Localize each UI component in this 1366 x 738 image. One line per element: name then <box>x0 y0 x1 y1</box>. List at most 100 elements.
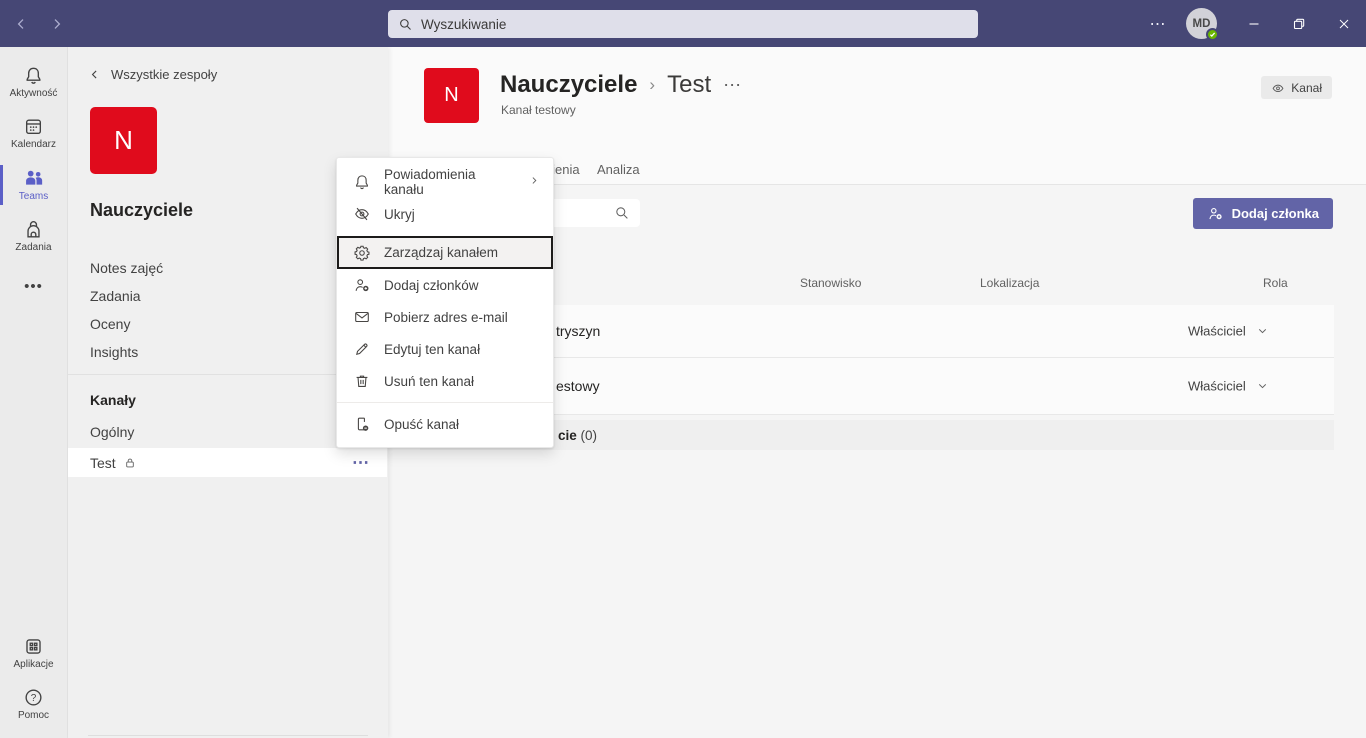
menu-item-label: Powiadomienia kanału <box>384 167 515 197</box>
member-name: tryszyn <box>556 323 600 339</box>
guests-label-fragment: cie <box>558 428 577 443</box>
restore-button[interactable] <box>1276 0 1321 47</box>
help-icon: ? <box>23 687 44 708</box>
window-controls: ⋯ MD <box>1138 0 1366 47</box>
rail-label: Aktywność <box>10 88 58 99</box>
menu-item-label: Ukryj <box>384 207 541 222</box>
table-row[interactable]: tryszyn Właściciel <box>420 305 1334 358</box>
column-header-location: Lokalizacja <box>980 276 1039 290</box>
rail-item-activity[interactable]: Aktywność <box>0 59 68 106</box>
bell-icon <box>353 173 371 191</box>
backpack-icon <box>23 219 44 240</box>
guests-section-header[interactable]: cie (0) <box>420 420 1334 450</box>
pencil-icon <box>353 340 371 358</box>
close-icon <box>1336 16 1352 32</box>
role-dropdown[interactable]: Właściciel <box>1188 324 1269 339</box>
menu-item-channel-notifications[interactable]: Powiadomienia kanału <box>337 166 553 198</box>
rail-item-help[interactable]: ? Pomoc <box>0 681 68 728</box>
team-name: Nauczyciele <box>90 200 193 221</box>
column-header-role: Rola <box>1263 276 1288 290</box>
menu-item-label: Dodaj członków <box>384 278 541 293</box>
rail-item-teams[interactable]: Teams <box>0 161 68 209</box>
more-options-button[interactable]: ⋯ <box>1138 14 1178 34</box>
bell-icon <box>23 65 44 86</box>
menu-divider <box>337 402 553 403</box>
top-bar: Wyszukiwanie ⋯ MD <box>0 0 1366 47</box>
search-placeholder: Wyszukiwanie <box>421 17 506 32</box>
role-value: Właściciel <box>1188 379 1246 394</box>
eye-off-icon <box>353 205 371 223</box>
rail-label: Pomoc <box>18 710 49 721</box>
guests-section-label: cie (0) <box>558 428 597 443</box>
teams-app-window: Wyszukiwanie ⋯ MD Aktywność <box>0 0 1366 738</box>
menu-item-label: Usuń ten kanał <box>384 374 541 389</box>
menu-item-manage-channel[interactable]: Zarządzaj kanałem <box>337 236 553 269</box>
submenu-chevron-icon <box>528 174 541 190</box>
channel-type-label: Kanał <box>1291 81 1322 95</box>
breadcrumb-team[interactable]: Nauczyciele <box>500 71 637 99</box>
calendar-icon <box>23 116 44 137</box>
chevron-left-icon <box>13 16 29 32</box>
minimize-icon <box>1245 15 1263 33</box>
table-row[interactable]: estowy Właściciel <box>420 358 1334 415</box>
guests-count: (0) <box>581 428 598 443</box>
apps-grid-icon <box>23 636 44 657</box>
chevron-left-icon <box>88 68 101 81</box>
chevron-down-icon <box>1256 325 1269 338</box>
forward-button[interactable] <box>46 13 68 35</box>
person-add-icon <box>1207 205 1224 222</box>
add-member-button[interactable]: Dodaj członka <box>1193 198 1333 229</box>
menu-item-hide[interactable]: Ukryj <box>337 198 553 230</box>
menu-item-label: Edytuj ten kanał <box>384 342 541 357</box>
rail-item-calendar[interactable]: Kalendarz <box>0 110 68 157</box>
mail-icon <box>353 308 371 326</box>
chevron-down-icon <box>1256 380 1269 393</box>
role-value: Właściciel <box>1188 324 1246 339</box>
divider <box>88 735 368 736</box>
tab-analytics[interactable]: Analiza <box>597 162 640 177</box>
rail-label: Teams <box>19 191 48 202</box>
trash-icon <box>353 372 371 390</box>
close-button[interactable] <box>1321 0 1366 47</box>
channel-team-avatar: N <box>424 68 479 123</box>
add-member-label: Dodaj członka <box>1232 206 1319 221</box>
role-dropdown[interactable]: Właściciel <box>1188 379 1269 394</box>
search-icon <box>614 205 630 221</box>
svg-text:?: ? <box>31 693 37 704</box>
app-rail: Aktywność Kalendarz Teams Zadania ••• Ap… <box>0 47 68 738</box>
channel-type-button[interactable]: Kanał <box>1261 76 1332 99</box>
history-nav <box>10 0 68 47</box>
rail-label: Aplikacje <box>13 659 53 670</box>
member-name: estowy <box>556 378 600 394</box>
back-button[interactable] <box>10 13 32 35</box>
teams-icon <box>23 167 45 189</box>
column-header-position: Stanowisko <box>800 276 861 290</box>
channel-item-test[interactable]: Test ⋯ <box>68 448 387 477</box>
rail-more-apps-button[interactable]: ••• <box>24 278 43 295</box>
menu-item-get-email-address[interactable]: Pobierz adres e-mail <box>337 301 553 333</box>
breadcrumb-channel[interactable]: Test <box>667 71 711 99</box>
menu-item-label: Zarządzaj kanałem <box>384 245 541 260</box>
back-label: Wszystkie zespoły <box>111 67 217 82</box>
chevron-right-icon <box>49 16 65 32</box>
menu-item-leave-channel[interactable]: Opuść kanał <box>337 408 553 440</box>
channel-context-menu: Powiadomienia kanału Ukryj Zarządzaj kan… <box>336 157 554 448</box>
rail-item-apps[interactable]: Aplikacje <box>0 630 68 677</box>
rail-item-assignments[interactable]: Zadania <box>0 213 68 260</box>
channel-more-options-button[interactable]: ⋯ <box>352 458 369 468</box>
menu-item-delete-channel[interactable]: Usuń ten kanał <box>337 365 553 397</box>
channel-description: Kanał testowy <box>501 103 576 117</box>
search-input[interactable]: Wyszukiwanie <box>388 10 978 38</box>
menu-item-add-members[interactable]: Dodaj członków <box>337 269 553 301</box>
gear-icon <box>353 244 371 262</box>
restore-icon <box>1290 15 1308 33</box>
team-avatar[interactable]: N <box>90 107 157 174</box>
eye-icon <box>1271 81 1285 95</box>
rail-label: Kalendarz <box>11 139 56 150</box>
back-to-all-teams[interactable]: Wszystkie zespoły <box>88 67 217 82</box>
minimize-button[interactable] <box>1231 0 1276 47</box>
menu-item-edit-channel[interactable]: Edytuj ten kanał <box>337 333 553 365</box>
profile-button[interactable]: MD <box>1186 8 1217 39</box>
person-add-icon <box>353 276 371 294</box>
breadcrumb-more-button[interactable]: ⋯ <box>723 75 742 96</box>
